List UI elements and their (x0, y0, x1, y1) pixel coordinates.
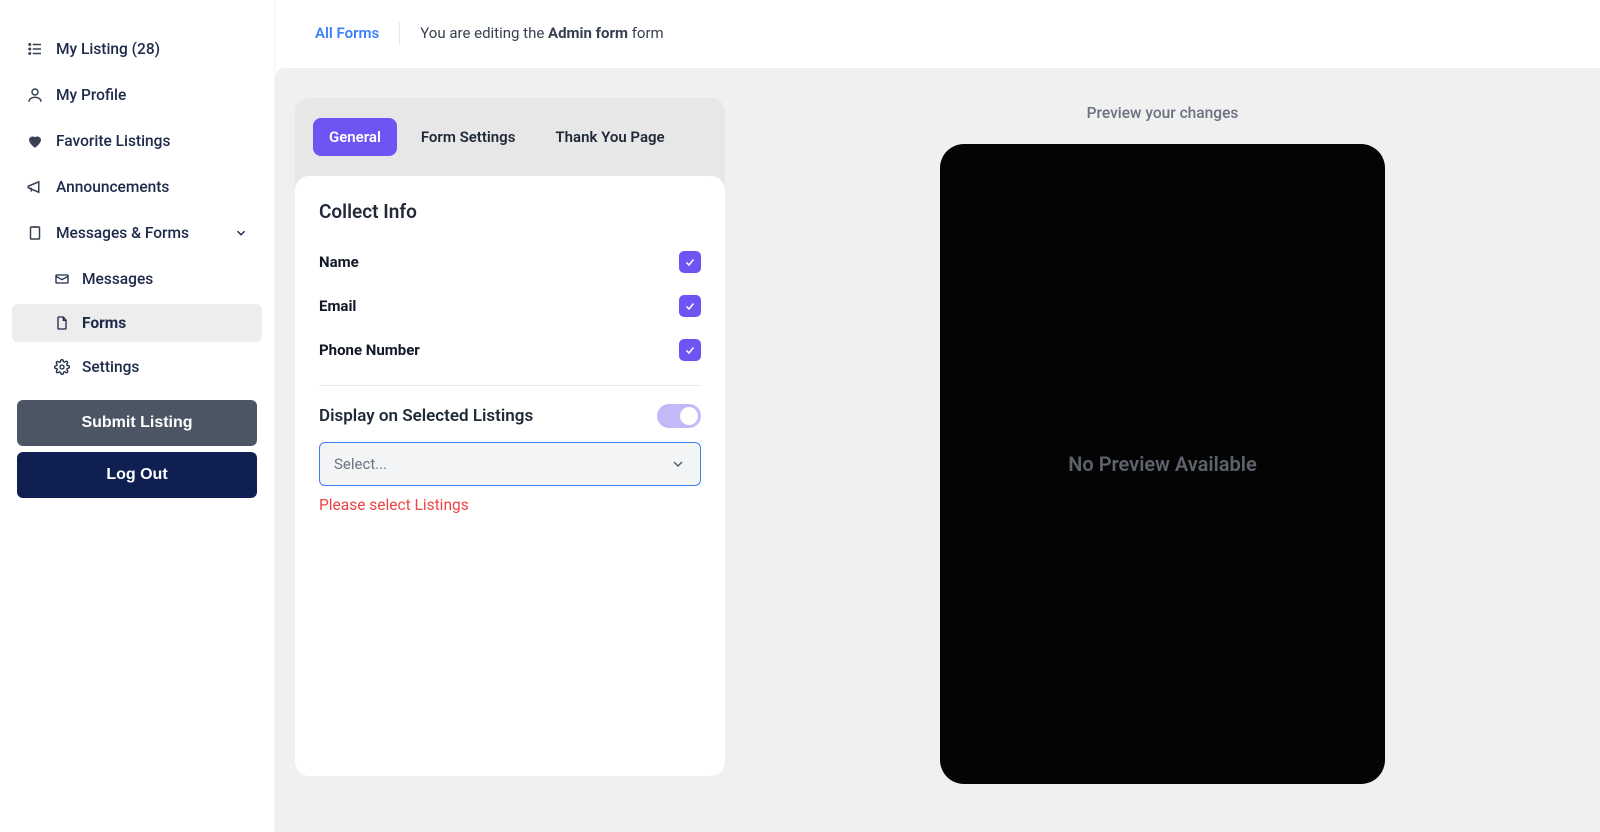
check-icon (684, 344, 696, 356)
sidebar-item-messages-forms[interactable]: Messages & Forms (12, 214, 262, 252)
sidebar-item-label: Messages & Forms (56, 224, 222, 242)
display-on-listings-toggle[interactable] (657, 404, 701, 428)
form-body: Collect Info Name Email Ph (295, 176, 725, 776)
sidebar-item-favorite-listings[interactable]: Favorite Listings (12, 122, 262, 160)
listings-select[interactable]: Select... (319, 442, 701, 486)
editing-label: You are editing the Admin form form (420, 24, 663, 42)
check-icon (684, 300, 696, 312)
preview-device: No Preview Available (940, 144, 1385, 784)
form-panel: General Form Settings Thank You Page Col… (295, 98, 725, 776)
preview-label: Preview your changes (1087, 104, 1239, 122)
select-placeholder: Select... (334, 455, 387, 473)
toggle-knob (680, 407, 698, 425)
listings-error-text: Please select Listings (319, 496, 701, 514)
sidebar-item-my-listing[interactable]: My Listing (28) (12, 30, 262, 68)
field-label: Name (319, 253, 359, 271)
display-on-listings-row: Display on Selected Listings (319, 404, 701, 428)
sidebar: My Listing (28) My Profile Favorite List… (0, 0, 275, 832)
field-row-email: Email (319, 287, 701, 325)
field-row-name: Name (319, 243, 701, 281)
content-area: General Form Settings Thank You Page Col… (275, 68, 1600, 832)
all-forms-link[interactable]: All Forms (315, 24, 379, 42)
sidebar-item-label: Settings (82, 358, 139, 376)
preview-empty-text: No Preview Available (1068, 452, 1256, 476)
field-label: Phone Number (319, 341, 420, 359)
chevron-down-icon (234, 226, 248, 240)
field-label: Email (319, 297, 356, 315)
checkbox-phone[interactable] (679, 339, 701, 361)
file-icon (54, 315, 70, 331)
field-row-phone: Phone Number (319, 331, 701, 369)
sidebar-item-my-profile[interactable]: My Profile (12, 76, 262, 114)
tab-form-settings[interactable]: Form Settings (405, 118, 532, 156)
sidebar-item-messages[interactable]: Messages (12, 260, 262, 298)
collect-info-title: Collect Info (319, 200, 701, 223)
divider (399, 22, 400, 44)
topbar: All Forms You are editing the Admin form… (275, 10, 1600, 68)
sidebar-item-forms[interactable]: Forms (12, 304, 262, 342)
sidebar-item-label: My Profile (56, 86, 248, 104)
sidebar-item-label: Favorite Listings (56, 132, 248, 150)
list-icon (26, 40, 44, 58)
tab-general[interactable]: General (313, 118, 397, 156)
tab-thank-you-page[interactable]: Thank You Page (539, 118, 680, 156)
display-on-listings-label: Display on Selected Listings (319, 406, 533, 426)
sidebar-item-announcements[interactable]: Announcements (12, 168, 262, 206)
sidebar-item-label: Announcements (56, 178, 248, 196)
sidebar-item-settings[interactable]: Settings (12, 348, 262, 386)
sidebar-item-label: Forms (82, 314, 126, 332)
sidebar-item-label: My Listing (28) (56, 40, 248, 58)
mail-icon (54, 271, 70, 287)
divider (319, 385, 701, 386)
tabs: General Form Settings Thank You Page (295, 98, 725, 176)
main: All Forms You are editing the Admin form… (275, 0, 1600, 832)
clipboard-icon (26, 224, 44, 242)
megaphone-icon (26, 178, 44, 196)
submit-listing-button[interactable]: Submit Listing (17, 400, 257, 446)
logout-button[interactable]: Log Out (17, 452, 257, 498)
checkbox-email[interactable] (679, 295, 701, 317)
heart-icon (26, 132, 44, 150)
preview-column: Preview your changes No Preview Availabl… (765, 98, 1580, 784)
check-icon (684, 256, 696, 268)
gear-icon (54, 359, 70, 375)
user-icon (26, 86, 44, 104)
chevron-down-icon (670, 456, 686, 472)
sidebar-item-label: Messages (82, 270, 153, 288)
checkbox-name[interactable] (679, 251, 701, 273)
